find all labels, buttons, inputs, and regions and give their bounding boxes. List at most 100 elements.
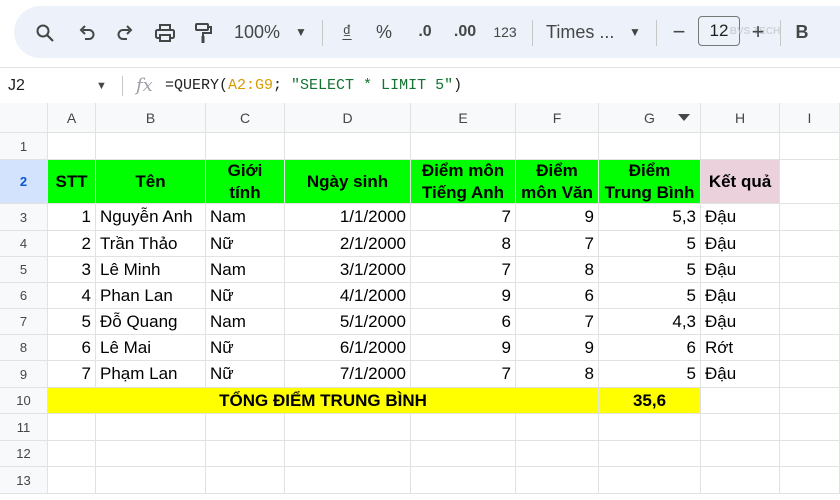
- print-button[interactable]: [152, 6, 178, 58]
- cell[interactable]: [206, 441, 285, 467]
- cell[interactable]: [96, 441, 206, 467]
- cell[interactable]: [701, 414, 780, 441]
- table-cell[interactable]: 6/1/2000: [285, 335, 411, 361]
- table-cell[interactable]: 9: [516, 335, 599, 361]
- cell[interactable]: [780, 361, 840, 388]
- cell[interactable]: [285, 467, 411, 494]
- table-cell[interactable]: 5,3: [599, 204, 701, 231]
- format-currency-button[interactable]: ₫: [336, 6, 358, 58]
- table-cell[interactable]: 3/1/2000: [285, 257, 411, 283]
- table-cell[interactable]: 7: [48, 361, 96, 388]
- cell[interactable]: [48, 414, 96, 441]
- table-cell[interactable]: Nữ: [206, 283, 285, 309]
- table-cell[interactable]: 7: [411, 257, 516, 283]
- cell[interactable]: [780, 309, 840, 335]
- cell[interactable]: [516, 467, 599, 494]
- table-cell[interactable]: 9: [411, 283, 516, 309]
- cell[interactable]: [48, 133, 96, 160]
- table-header-cell[interactable]: Điểm môn Văn: [516, 160, 599, 204]
- decrease-font-size-button[interactable]: −: [668, 6, 690, 58]
- cell[interactable]: [701, 441, 780, 467]
- table-header-cell[interactable]: Điểm Trung Bình: [599, 160, 701, 204]
- cell[interactable]: [780, 204, 840, 231]
- paint-format-button[interactable]: [190, 6, 216, 58]
- cell[interactable]: [411, 414, 516, 441]
- cell[interactable]: [780, 283, 840, 309]
- table-cell[interactable]: Phan Lan: [96, 283, 206, 309]
- cell[interactable]: [285, 133, 411, 160]
- table-cell[interactable]: 4,3: [599, 309, 701, 335]
- table-cell[interactable]: 6: [411, 309, 516, 335]
- cell[interactable]: [206, 133, 285, 160]
- table-cell[interactable]: 4/1/2000: [285, 283, 411, 309]
- table-cell[interactable]: 7: [411, 204, 516, 231]
- decrease-decimal-button[interactable]: .0: [410, 6, 440, 58]
- table-header-cell[interactable]: Điểm môn Tiếng Anh: [411, 160, 516, 204]
- zoom-dropdown[interactable]: ▼: [292, 6, 310, 58]
- table-cell[interactable]: Nam: [206, 309, 285, 335]
- zoom-select[interactable]: 100%: [230, 6, 284, 58]
- total-label[interactable]: TỔNG ĐIỂM TRUNG BÌNH: [48, 388, 599, 414]
- table-cell[interactable]: Đậu: [701, 283, 780, 309]
- table-cell[interactable]: 6: [516, 283, 599, 309]
- row-header-11[interactable]: 11: [0, 414, 48, 441]
- table-cell[interactable]: Đậu: [701, 309, 780, 335]
- table-cell[interactable]: Đậu: [701, 257, 780, 283]
- table-cell[interactable]: 8: [516, 361, 599, 388]
- row-header-6[interactable]: 6: [0, 283, 48, 309]
- table-cell[interactable]: Nữ: [206, 231, 285, 257]
- table-cell[interactable]: 2: [48, 231, 96, 257]
- table-cell[interactable]: 5: [599, 231, 701, 257]
- table-header-cell[interactable]: Tên: [96, 160, 206, 204]
- column-header-d[interactable]: D: [285, 103, 411, 133]
- table-cell[interactable]: 4: [48, 283, 96, 309]
- cell[interactable]: [780, 257, 840, 283]
- formula-input[interactable]: =QUERY(A2:G9; "SELECT * LIMIT 5"): [165, 68, 462, 104]
- table-cell[interactable]: Nguyễn Anh: [96, 204, 206, 231]
- cell[interactable]: [206, 414, 285, 441]
- table-cell[interactable]: 5: [599, 257, 701, 283]
- cell[interactable]: [780, 414, 840, 441]
- cell[interactable]: [599, 414, 701, 441]
- table-cell[interactable]: Lê Mai: [96, 335, 206, 361]
- row-header-9[interactable]: 9: [0, 361, 48, 388]
- cell[interactable]: [96, 133, 206, 160]
- table-cell[interactable]: 5: [599, 283, 701, 309]
- row-header-13[interactable]: 13: [0, 467, 48, 494]
- column-header-e[interactable]: E: [411, 103, 516, 133]
- cell[interactable]: [780, 388, 840, 414]
- column-header-g[interactable]: G: [599, 103, 701, 133]
- cell[interactable]: [701, 388, 780, 414]
- table-cell[interactable]: 5/1/2000: [285, 309, 411, 335]
- cell[interactable]: [780, 335, 840, 361]
- table-header-cell[interactable]: Ngày sinh: [285, 160, 411, 204]
- row-header-8[interactable]: 8: [0, 335, 48, 361]
- table-cell[interactable]: Đậu: [701, 231, 780, 257]
- cell[interactable]: [285, 441, 411, 467]
- font-dropdown[interactable]: ▼: [626, 6, 644, 58]
- row-header-1[interactable]: 1: [0, 133, 48, 160]
- table-cell[interactable]: Nam: [206, 257, 285, 283]
- row-header-12[interactable]: 12: [0, 441, 48, 467]
- cell[interactable]: [701, 133, 780, 160]
- table-cell[interactable]: Trần Thảo: [96, 231, 206, 257]
- select-all-corner[interactable]: [0, 103, 48, 133]
- table-cell[interactable]: Đậu: [701, 204, 780, 231]
- table-cell[interactable]: Nữ: [206, 361, 285, 388]
- total-value[interactable]: 35,6: [599, 388, 701, 414]
- table-cell[interactable]: 6: [599, 335, 701, 361]
- table-cell[interactable]: 7/1/2000: [285, 361, 411, 388]
- cell[interactable]: [516, 441, 599, 467]
- table-cell[interactable]: Nữ: [206, 335, 285, 361]
- table-cell[interactable]: 7: [411, 361, 516, 388]
- filter-caret-icon[interactable]: [678, 114, 690, 121]
- cell[interactable]: [48, 467, 96, 494]
- row-header-5[interactable]: 5: [0, 257, 48, 283]
- row-header-2[interactable]: 2: [0, 160, 48, 204]
- cell[interactable]: [599, 467, 701, 494]
- cell[interactable]: [780, 441, 840, 467]
- column-header-a[interactable]: A: [48, 103, 96, 133]
- cell[interactable]: [516, 133, 599, 160]
- table-cell[interactable]: Lê Minh: [96, 257, 206, 283]
- column-header-c[interactable]: C: [206, 103, 285, 133]
